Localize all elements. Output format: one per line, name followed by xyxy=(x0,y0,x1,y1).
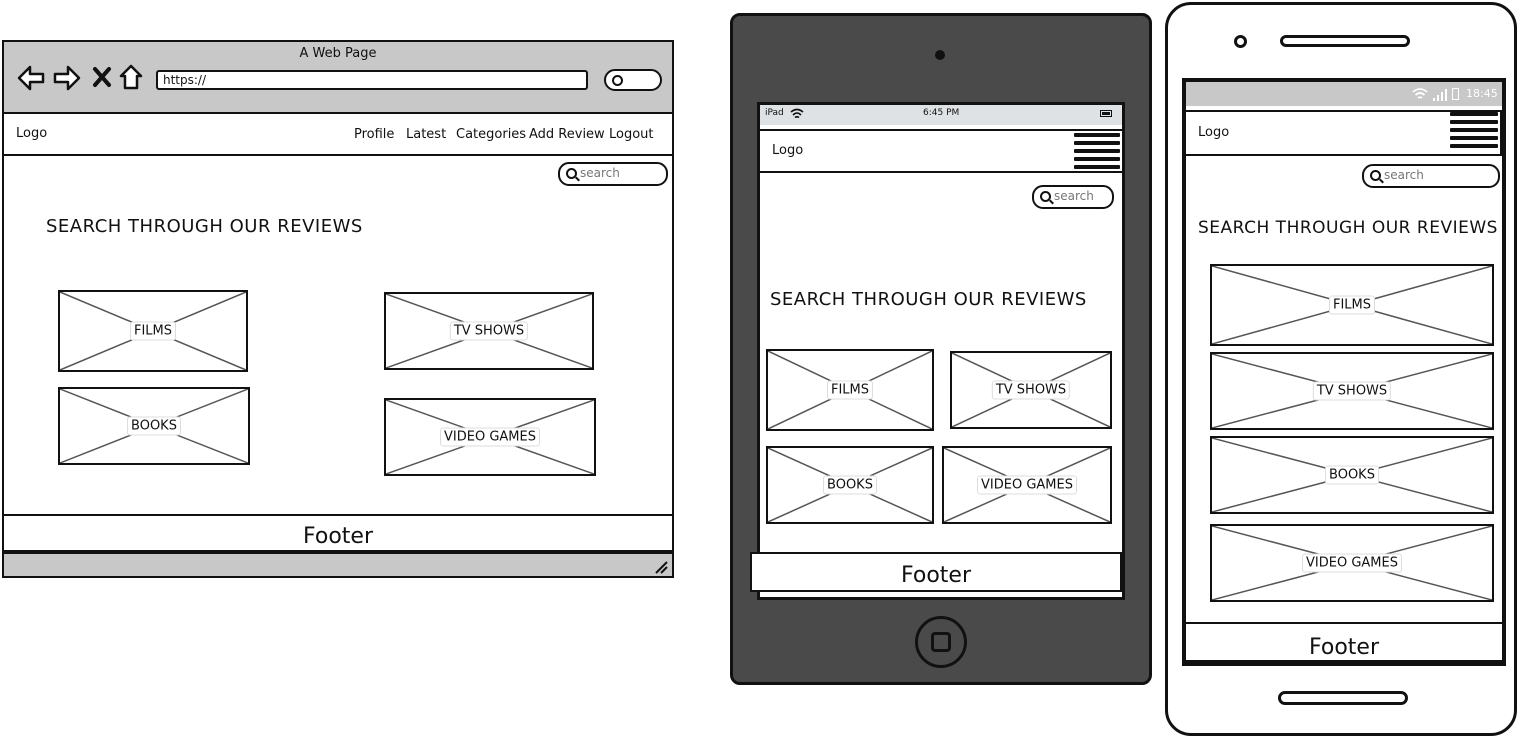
tablet-device: iPad 6:45 PM Logo search SEARCH THROUGH … xyxy=(730,13,1152,685)
footer: Footer xyxy=(1186,622,1502,662)
search-icon xyxy=(1040,191,1051,202)
page-heading: SEARCH THROUGH OUR REVIEWS xyxy=(770,289,1087,310)
status-time: 18:45 xyxy=(1466,87,1498,100)
search-placeholder: search xyxy=(580,166,620,180)
category-label: VIDEO GAMES xyxy=(1302,553,1402,573)
category-label: TV SHOWS xyxy=(449,321,529,341)
tablet-status-bar: iPad 6:45 PM xyxy=(760,105,1122,125)
page-heading: SEARCH THROUGH OUR REVIEWS xyxy=(46,216,363,237)
home-button-icon[interactable] xyxy=(1278,691,1408,705)
tablet-header: Logo xyxy=(760,129,1122,173)
footer-text: Footer xyxy=(1309,635,1379,660)
nav-add-review[interactable]: Add Review xyxy=(529,127,605,142)
logo: Logo xyxy=(1198,125,1230,140)
footer-text: Footer xyxy=(901,563,971,588)
home-button-icon[interactable] xyxy=(915,616,967,668)
category-video-games[interactable]: VIDEO GAMES xyxy=(1210,524,1494,602)
category-label: VIDEO GAMES xyxy=(977,475,1077,495)
page-heading: SEARCH THROUGH OUR REVIEWS xyxy=(1198,218,1498,238)
category-books[interactable]: BOOKS xyxy=(1210,436,1494,514)
category-label: FILMS xyxy=(826,380,874,400)
phone-screen: 18:45 Logo search SEARCH THROUGH OUR REV… xyxy=(1182,78,1506,666)
camera-icon xyxy=(935,50,945,60)
phone-header: Logo xyxy=(1186,110,1502,156)
logo: Logo xyxy=(16,126,48,141)
close-icon[interactable] xyxy=(92,66,112,88)
tablet-screen: iPad 6:45 PM Logo search SEARCH THROUGH … xyxy=(757,102,1125,600)
window-title: A Web Page xyxy=(299,46,377,61)
forward-arrow-icon[interactable] xyxy=(52,64,82,92)
footer: Footer xyxy=(2,514,674,552)
category-films[interactable]: FILMS xyxy=(58,290,248,372)
search-input[interactable]: search xyxy=(1032,185,1114,209)
search-icon xyxy=(566,168,577,179)
logo: Logo xyxy=(772,143,804,158)
desktop-browser-window: A Web Page https:// Logo Profile Latest … xyxy=(2,40,674,578)
browser-status-bar xyxy=(4,552,672,576)
nav-categories[interactable]: Categories xyxy=(456,127,526,142)
search-icon xyxy=(612,75,623,86)
url-field[interactable]: https:// xyxy=(156,70,588,90)
back-arrow-icon[interactable] xyxy=(16,64,46,92)
search-icon xyxy=(1370,170,1381,181)
category-label: TV SHOWS xyxy=(991,380,1071,400)
battery-icon xyxy=(1452,88,1459,100)
category-label: VIDEO GAMES xyxy=(440,427,540,447)
category-label: FILMS xyxy=(129,321,177,341)
nav-latest[interactable]: Latest xyxy=(406,127,446,142)
category-video-games[interactable]: VIDEO GAMES xyxy=(384,398,596,476)
category-label: BOOKS xyxy=(1325,465,1379,485)
category-video-games[interactable]: VIDEO GAMES xyxy=(942,446,1112,524)
status-time: 6:45 PM xyxy=(923,108,960,118)
wifi-icon xyxy=(790,108,804,119)
desktop-header: Logo Profile Latest Categories Add Revie… xyxy=(4,116,672,156)
search-input[interactable]: search xyxy=(1362,164,1500,188)
speaker xyxy=(1280,35,1410,47)
category-label: TV SHOWS xyxy=(1312,381,1392,401)
home-icon[interactable] xyxy=(118,63,144,91)
footer-text: Footer xyxy=(303,524,373,549)
search-placeholder: search xyxy=(1054,189,1094,203)
category-tv-shows[interactable]: TV SHOWS xyxy=(950,351,1112,429)
hamburger-menu-icon[interactable] xyxy=(1450,112,1498,152)
battery-icon xyxy=(1100,110,1112,117)
resize-grip-icon[interactable] xyxy=(654,560,668,574)
nav-logout[interactable]: Logout xyxy=(609,127,654,142)
browser-toolbar: A Web Page https:// xyxy=(4,42,672,114)
phone-device: 18:45 Logo search SEARCH THROUGH OUR REV… xyxy=(1165,2,1517,736)
browser-search-button[interactable] xyxy=(604,69,662,91)
footer: Footer xyxy=(750,552,1122,592)
hamburger-menu-icon[interactable] xyxy=(1074,133,1120,173)
category-tv-shows[interactable]: TV SHOWS xyxy=(1210,352,1494,430)
camera-icon xyxy=(1234,35,1247,48)
category-books[interactable]: BOOKS xyxy=(766,446,934,524)
category-label: BOOKS xyxy=(127,416,181,436)
category-films[interactable]: FILMS xyxy=(1210,264,1494,346)
signal-icon xyxy=(1433,89,1447,101)
category-label: FILMS xyxy=(1328,295,1376,315)
nav-profile[interactable]: Profile xyxy=(354,127,394,142)
category-tv-shows[interactable]: TV SHOWS xyxy=(384,292,594,370)
search-placeholder: search xyxy=(1384,168,1424,182)
category-films[interactable]: FILMS xyxy=(766,349,934,431)
wifi-icon xyxy=(1412,88,1428,99)
search-input[interactable]: search xyxy=(558,162,668,186)
category-label: BOOKS xyxy=(823,475,877,495)
status-carrier: iPad xyxy=(765,108,784,118)
url-text: https:// xyxy=(163,73,207,87)
category-books[interactable]: BOOKS xyxy=(58,387,250,465)
phone-status-bar: 18:45 xyxy=(1186,82,1502,106)
